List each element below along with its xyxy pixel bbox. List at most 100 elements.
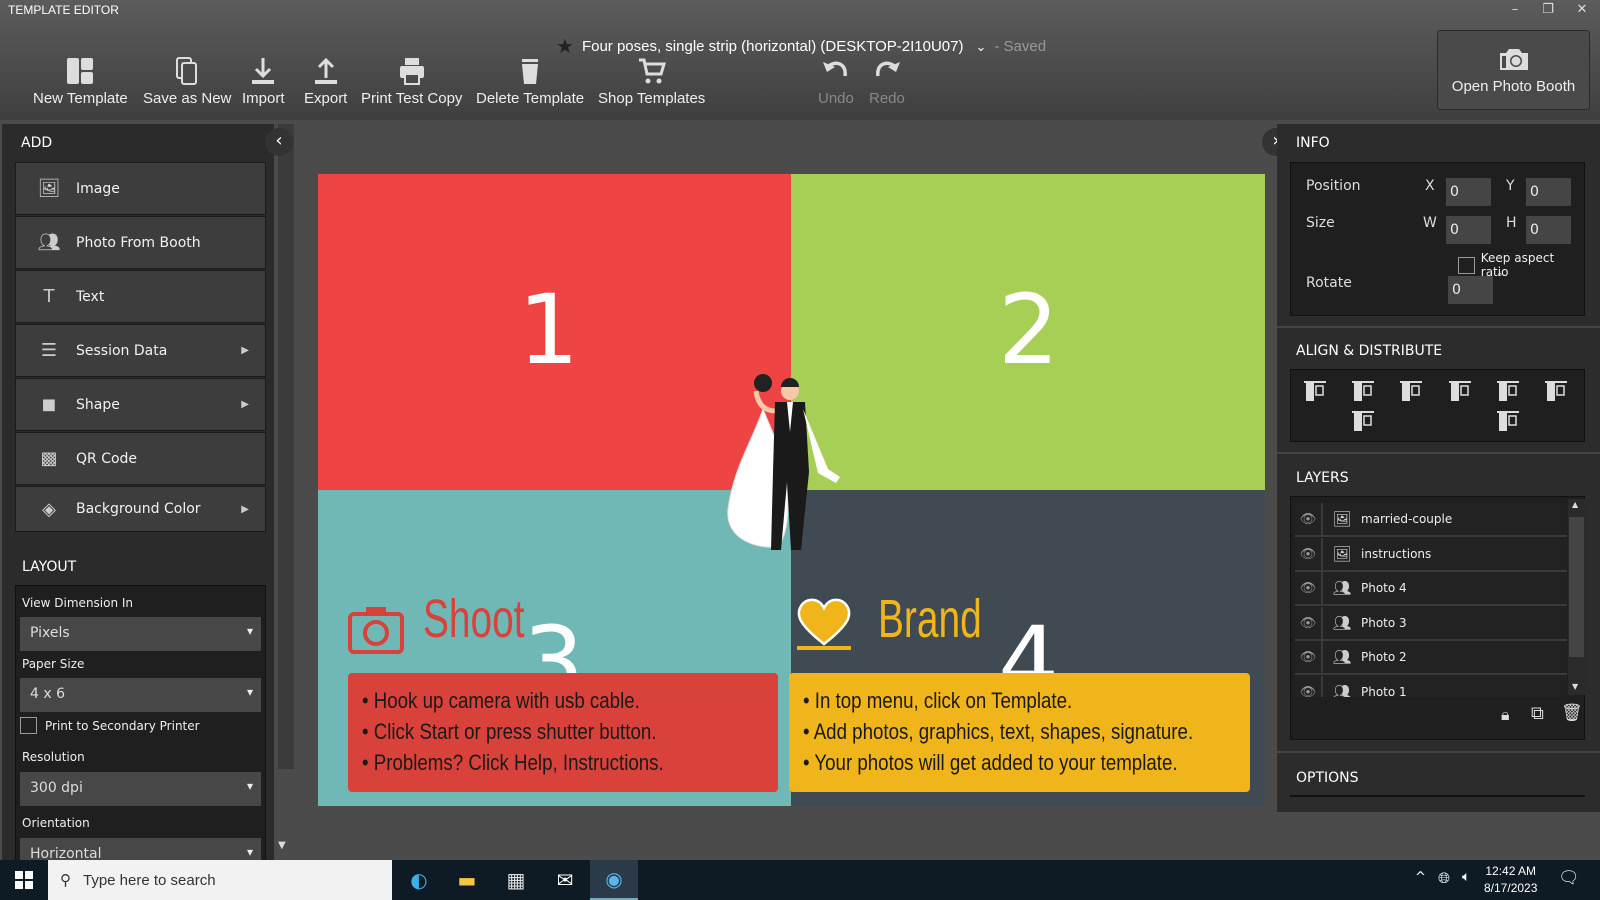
- add-session-data-button[interactable]: ☰ Session Data ▶: [15, 324, 266, 377]
- align-tools: [1290, 369, 1585, 442]
- document-name: Four poses, single strip (horizontal) (D…: [581, 38, 964, 55]
- camera-icon: [348, 607, 404, 654]
- orientation-label: Orientation: [22, 816, 90, 830]
- layer-item[interactable]: 👁︎ 👥︎ Photo 1: [1295, 675, 1567, 698]
- layer-item[interactable]: 👁︎ 👥︎ Photo 2: [1295, 641, 1567, 675]
- minimize-button[interactable]: –: [1503, 2, 1527, 17]
- secondary-printer-label: Print to Secondary Printer: [45, 718, 200, 733]
- add-text-button[interactable]: T Text: [15, 270, 266, 323]
- submenu-arrow-icon: ▶: [241, 345, 249, 356]
- add-background-color-button[interactable]: ◈ Background Color ▶: [15, 486, 266, 532]
- align-right-icon[interactable]: [1544, 380, 1568, 404]
- open-photo-booth-button[interactable]: Open Photo Booth: [1437, 30, 1590, 110]
- eye-visibility-icon[interactable]: 👁︎: [1295, 572, 1323, 604]
- scroll-down-arrow-icon[interactable]: ▼: [1572, 682, 1578, 691]
- eye-visibility-icon[interactable]: 👁︎: [1295, 503, 1323, 535]
- store-icon[interactable]: ▦: [492, 860, 540, 900]
- lock-layer-icon[interactable]: 🔒︎: [1501, 705, 1510, 725]
- file-explorer-icon[interactable]: ▬: [443, 860, 491, 900]
- keep-aspect-checkbox[interactable]: [1458, 256, 1475, 274]
- eye-visibility-icon[interactable]: 👁︎: [1295, 641, 1323, 673]
- eye-visibility-icon[interactable]: 👁︎: [1295, 675, 1323, 697]
- instruction-line: • In top menu, click on Template.: [803, 688, 1073, 713]
- chevron-up-icon[interactable]: ^: [1415, 870, 1426, 885]
- edge-browser-icon[interactable]: ◐: [395, 860, 443, 900]
- width-input[interactable]: 0: [1446, 216, 1491, 244]
- taskbar: ⚲ Type here to search ◐ ▬ ▦ ✉ ◉ ^ 🌐︎ 🔈︎ 1…: [0, 860, 1600, 900]
- align-vertical-center-icon[interactable]: [1351, 380, 1375, 404]
- search-placeholder: Type here to search: [83, 871, 216, 889]
- layers-scroll-thumb[interactable]: [1569, 517, 1584, 657]
- x-input[interactable]: 0: [1446, 178, 1491, 206]
- options-section-title: OPTIONS: [1296, 770, 1359, 786]
- photo-booth-app-icon[interactable]: ◉: [590, 860, 638, 900]
- w-label: W: [1423, 215, 1437, 231]
- resolution-select[interactable]: 300 dpi: [20, 772, 261, 806]
- volume-icon[interactable]: 🔈︎: [1462, 869, 1470, 885]
- export-button[interactable]: Export: [304, 56, 347, 107]
- export-label: Export: [304, 90, 348, 107]
- rotate-input[interactable]: 0: [1448, 276, 1493, 304]
- layer-item[interactable]: 👁︎ 🖼︎ instructions: [1295, 537, 1567, 572]
- chevron-down-icon[interactable]: ⌄: [975, 39, 986, 55]
- delete-template-button[interactable]: Delete Template: [476, 56, 584, 107]
- favorite-star-icon[interactable]: ★: [556, 34, 574, 59]
- instruction-line: • Click Start or press shutter button.: [362, 719, 657, 744]
- layer-item[interactable]: 👁︎ 👥︎ Photo 3: [1295, 606, 1567, 641]
- view-dimension-select[interactable]: Pixels: [20, 617, 261, 651]
- layer-item[interactable]: 👁︎ 🖼︎ married-couple: [1295, 503, 1567, 537]
- add-shape-button[interactable]: ◼ Shape ▶: [15, 378, 266, 431]
- secondary-printer-checkbox[interactable]: [20, 717, 37, 734]
- taskbar-search[interactable]: ⚲ Type here to search: [48, 860, 392, 900]
- delete-layer-icon[interactable]: 🗑︎: [1561, 703, 1583, 723]
- document-title: ★ Four poses, single strip (horizontal) …: [556, 34, 1046, 59]
- add-photo-from-booth-button[interactable]: 👥︎ Photo From Booth: [15, 216, 266, 269]
- align-bottom-icon[interactable]: [1399, 380, 1423, 404]
- copy-icon: [176, 57, 198, 85]
- windows-start-icon[interactable]: [0, 860, 48, 900]
- photo-booth-icon: 👥︎: [1332, 682, 1352, 698]
- scroll-down-arrow-icon[interactable]: ▼: [278, 840, 286, 851]
- orientation-select[interactable]: Horizontal: [20, 838, 261, 862]
- add-image-button[interactable]: 🖼︎ Image: [15, 162, 266, 215]
- import-button[interactable]: Import: [242, 56, 285, 107]
- template-canvas[interactable]: 1 2 3 4 Shoot Brand • Hook up camera wit…: [318, 174, 1265, 806]
- distribute-vertical-icon[interactable]: [1351, 410, 1375, 434]
- duplicate-layer-icon[interactable]: ⧉: [1531, 703, 1544, 724]
- save-as-new-button[interactable]: Save as New: [143, 56, 231, 107]
- align-left-icon[interactable]: [1448, 380, 1472, 404]
- eye-visibility-icon[interactable]: 👁︎: [1295, 606, 1323, 639]
- height-input[interactable]: 0: [1526, 216, 1571, 244]
- h-label: H: [1506, 215, 1517, 231]
- scroll-up-arrow-icon[interactable]: ▲: [1572, 500, 1578, 509]
- paper-size-select[interactable]: 4 x 6: [20, 678, 261, 712]
- close-button[interactable]: ✕: [1570, 2, 1594, 17]
- x-label: X: [1425, 178, 1435, 194]
- slot-number-1: 1: [518, 274, 580, 386]
- view-dimension-label: View Dimension In: [22, 596, 134, 610]
- layer-item[interactable]: 👁︎ 👥︎ Photo 4: [1295, 572, 1567, 606]
- left-panel-scrollbar[interactable]: [278, 124, 294, 769]
- married-couple-image[interactable]: [723, 369, 853, 554]
- print-test-copy-button[interactable]: Print Test Copy: [361, 56, 462, 107]
- align-top-icon[interactable]: [1303, 380, 1327, 404]
- notifications-icon[interactable]: 🗨︎: [1558, 868, 1580, 888]
- restore-button[interactable]: ❐: [1536, 2, 1560, 17]
- layers-scrollbar[interactable]: ▲ ▼: [1568, 499, 1585, 695]
- new-template-button[interactable]: New Template: [33, 56, 128, 107]
- network-icon[interactable]: 🌐︎: [1438, 869, 1450, 887]
- instruction-line: • Hook up camera with usb cable.: [362, 688, 640, 713]
- redo-button[interactable]: Redo: [869, 56, 905, 107]
- clock[interactable]: 12:42 AM 8/17/2023: [1484, 863, 1537, 897]
- distribute-horizontal-icon[interactable]: [1496, 410, 1520, 434]
- photo-booth-icon: 👥︎: [1332, 579, 1352, 597]
- shop-templates-button[interactable]: Shop Templates: [598, 56, 705, 107]
- collapse-left-panel-button[interactable]: ‹: [265, 128, 293, 156]
- y-input[interactable]: 0: [1526, 178, 1571, 206]
- mail-icon[interactable]: ✉: [541, 860, 589, 900]
- align-horizontal-center-icon[interactable]: [1496, 380, 1520, 404]
- undo-button[interactable]: Undo: [818, 56, 854, 107]
- y-label: Y: [1506, 178, 1515, 194]
- add-qr-code-button[interactable]: ▩ QR Code: [15, 432, 266, 485]
- eye-visibility-icon[interactable]: 👁︎: [1295, 537, 1323, 570]
